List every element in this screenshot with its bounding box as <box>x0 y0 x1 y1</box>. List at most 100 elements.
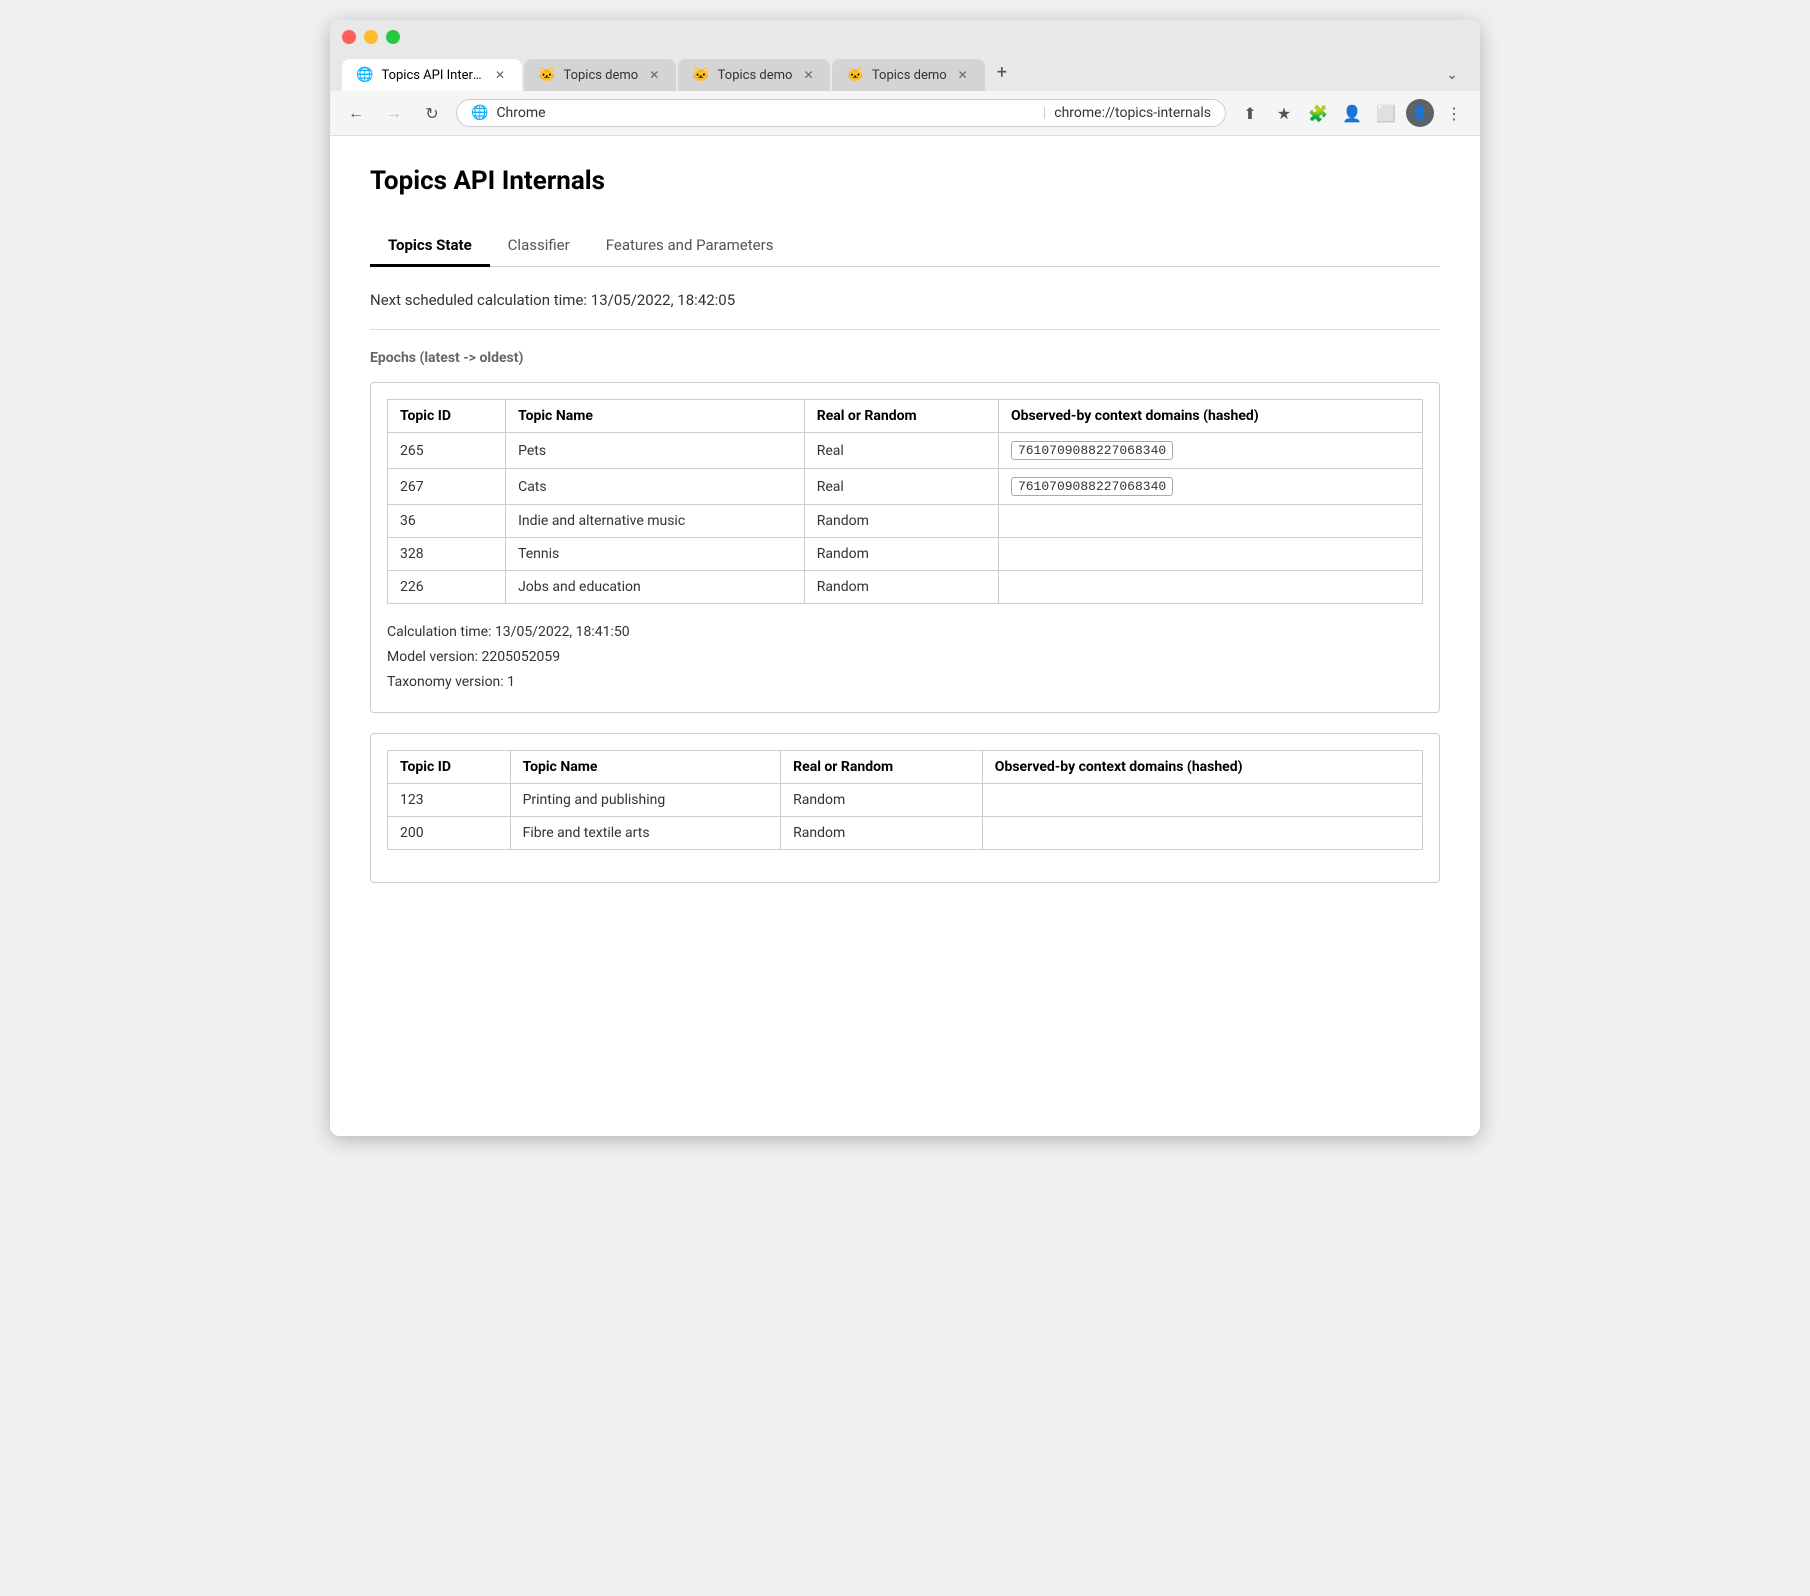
tab-close-1[interactable]: ✕ <box>492 67 508 83</box>
cell-real-or-random: Real <box>804 469 998 505</box>
epoch-box-2: Topic ID Topic Name Real or Random Obser… <box>370 733 1440 883</box>
address-prefix: Chrome <box>496 105 1034 121</box>
col-header-domains-1: Observed-by context domains (hashed) <box>998 400 1422 433</box>
cell-topic-id: 123 <box>388 783 511 816</box>
browser-tab-2[interactable]: 🐱 Topics demo ✕ <box>524 59 676 91</box>
taxonomy-version-line: Taxonomy version: 1 <box>387 670 1423 695</box>
forward-button[interactable]: → <box>380 99 408 127</box>
address-favicon: 🌐 <box>471 105 488 121</box>
title-bar: 🌐 Topics API Intern... ✕ 🐱 Topics demo ✕… <box>330 20 1480 91</box>
calc-time-label: Calculation time: <box>387 624 491 640</box>
cell-topic-name: Cats <box>506 469 805 505</box>
scheduled-time: 13/05/2022, 18:42:05 <box>591 291 735 309</box>
tab-favicon-2: 🐱 <box>538 67 555 83</box>
hash-chip: 7610709088227068340 <box>1011 477 1173 496</box>
profile-icon[interactable]: 👤 <box>1406 99 1434 127</box>
cell-topic-id: 328 <box>388 538 506 571</box>
tab-label-1: Topics API Intern... <box>381 68 484 83</box>
cell-domains-hashed <box>998 538 1422 571</box>
extensions-icon[interactable]: 🧩 <box>1304 99 1332 127</box>
maximize-button[interactable] <box>386 30 400 44</box>
browser-tab-4[interactable]: 🐱 Topics demo ✕ <box>832 59 984 91</box>
cell-real-or-random: Random <box>804 571 998 604</box>
new-tab-button[interactable]: + <box>987 54 1017 91</box>
cell-topic-name: Tennis <box>506 538 805 571</box>
model-version-value: 2205052059 <box>481 649 560 665</box>
cell-domains-hashed <box>998 505 1422 538</box>
hash-chip: 7610709088227068340 <box>1011 441 1173 460</box>
address-url: chrome://topics-internals <box>1054 105 1211 121</box>
content-tabs: Topics State Classifier Features and Par… <box>370 226 1440 267</box>
cell-topic-id: 226 <box>388 571 506 604</box>
cell-topic-id: 265 <box>388 433 506 469</box>
tab-close-4[interactable]: ✕ <box>955 67 971 83</box>
split-view-icon[interactable]: ⬜ <box>1372 99 1400 127</box>
close-button[interactable] <box>342 30 356 44</box>
cell-topic-name: Indie and alternative music <box>506 505 805 538</box>
divider <box>370 329 1440 330</box>
epoch-box-1: Topic ID Topic Name Real or Random Obser… <box>370 382 1440 713</box>
cell-domains-hashed: 7610709088227068340 <box>998 469 1422 505</box>
browser-tab-3[interactable]: 🐱 Topics demo ✕ <box>678 59 830 91</box>
table-row: 265PetsReal 7610709088227068340 <box>388 433 1423 469</box>
tab-close-2[interactable]: ✕ <box>646 67 662 83</box>
model-version-label: Model version: <box>387 649 478 665</box>
tabs-chevron-icon[interactable]: ⌄ <box>1436 59 1468 91</box>
cell-topic-id: 200 <box>388 816 511 849</box>
tab-favicon-4: 🐱 <box>846 67 863 83</box>
nav-bar: ← → ↻ 🌐 Chrome | chrome://topics-interna… <box>330 91 1480 136</box>
table-row: 123Printing and publishingRandom <box>388 783 1423 816</box>
calc-time-value: 13/05/2022, 18:41:50 <box>495 624 630 640</box>
epoch-1-table: Topic ID Topic Name Real or Random Obser… <box>387 399 1423 604</box>
cell-topic-id: 267 <box>388 469 506 505</box>
table-row: 200Fibre and textile artsRandom <box>388 816 1423 849</box>
cell-domains-hashed <box>982 783 1422 816</box>
cell-topic-name: Printing and publishing <box>510 783 781 816</box>
toolbar-icons: ⬆ ★ 🧩 👤 ⬜ 👤 ⋮ <box>1236 99 1468 127</box>
col-header-topic-id-2: Topic ID <box>388 750 511 783</box>
col-header-topic-id-1: Topic ID <box>388 400 506 433</box>
tab-topics-state[interactable]: Topics State <box>370 226 490 267</box>
minimize-button[interactable] <box>364 30 378 44</box>
cell-domains-hashed <box>998 571 1422 604</box>
taxonomy-version-label: Taxonomy version: <box>387 674 504 690</box>
menu-icon[interactable]: ⋮ <box>1440 99 1468 127</box>
cell-domains-hashed <box>982 816 1422 849</box>
tab-favicon-3: 🐱 <box>692 67 709 83</box>
scheduled-label: Next scheduled calculation time: <box>370 291 587 309</box>
col-header-topic-name-1: Topic Name <box>506 400 805 433</box>
col-header-topic-name-2: Topic Name <box>510 750 781 783</box>
tab-favicon-1: 🌐 <box>356 67 373 83</box>
page-content: Topics API Internals Topics State Classi… <box>330 136 1480 1136</box>
share-icon[interactable]: ⬆ <box>1236 99 1264 127</box>
traffic-lights <box>342 30 1468 44</box>
table-row: 328TennisRandom <box>388 538 1423 571</box>
calculation-time-line: Calculation time: 13/05/2022, 18:41:50 <box>387 620 1423 645</box>
tab-classifier[interactable]: Classifier <box>490 226 588 267</box>
address-separator: | <box>1043 105 1046 121</box>
tab-label-2: Topics demo <box>563 68 638 83</box>
epoch-2-table: Topic ID Topic Name Real or Random Obser… <box>387 750 1423 850</box>
cell-topic-name: Pets <box>506 433 805 469</box>
tab-features-parameters[interactable]: Features and Parameters <box>588 226 792 267</box>
browser-tab-1[interactable]: 🌐 Topics API Intern... ✕ <box>342 59 522 91</box>
reload-button[interactable]: ↻ <box>418 99 446 127</box>
scheduled-info: Next scheduled calculation time: 13/05/2… <box>370 291 1440 309</box>
taxonomy-version-value: 1 <box>507 674 515 690</box>
col-header-real-random-2: Real or Random <box>781 750 983 783</box>
table-row: 36Indie and alternative musicRandom <box>388 505 1423 538</box>
profile-extension-icon[interactable]: 👤 <box>1338 99 1366 127</box>
bookmark-icon[interactable]: ★ <box>1270 99 1298 127</box>
cell-real-or-random: Random <box>781 783 983 816</box>
tab-label-3: Topics demo <box>718 68 793 83</box>
col-header-real-random-1: Real or Random <box>804 400 998 433</box>
address-bar[interactable]: 🌐 Chrome | chrome://topics-internals <box>456 99 1226 127</box>
cell-topic-name: Fibre and textile arts <box>510 816 781 849</box>
cell-real-or-random: Random <box>804 538 998 571</box>
back-button[interactable]: ← <box>342 99 370 127</box>
tab-close-3[interactable]: ✕ <box>800 67 816 83</box>
cell-real-or-random: Random <box>781 816 983 849</box>
cell-real-or-random: Real <box>804 433 998 469</box>
table-row: 267CatsReal 7610709088227068340 <box>388 469 1423 505</box>
epochs-heading: Epochs (latest -> oldest) <box>370 350 1440 366</box>
